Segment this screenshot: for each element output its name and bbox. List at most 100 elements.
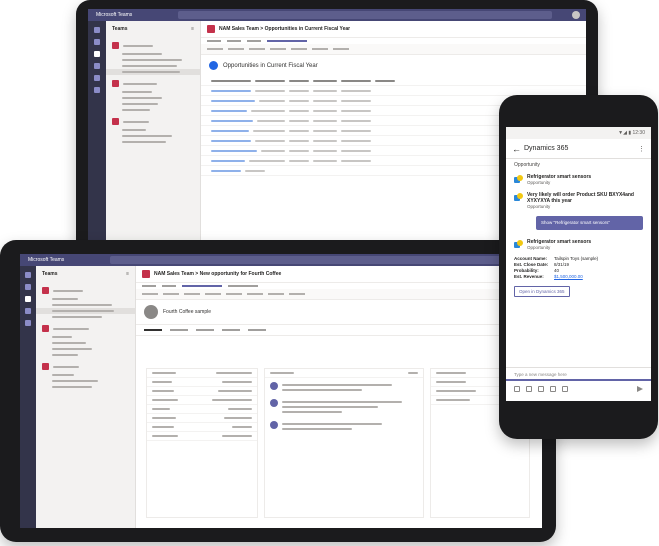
view-header: Opportunities in Current Fiscal Year [201, 55, 586, 76]
opportunity-card[interactable]: Refrigerator smart sensors Opportunity [514, 174, 643, 186]
form-field[interactable] [147, 432, 257, 441]
form-tab[interactable] [170, 329, 188, 331]
team-item[interactable] [36, 361, 135, 390]
command-button[interactable] [249, 48, 265, 50]
command-button[interactable] [312, 48, 328, 50]
search-input[interactable] [110, 256, 508, 264]
list-item[interactable] [265, 378, 423, 395]
team-avatar [112, 118, 119, 125]
command-button[interactable] [142, 293, 158, 295]
filter-icon[interactable]: ≡ [126, 271, 129, 277]
chat-icon[interactable] [25, 284, 31, 290]
form-field[interactable] [147, 387, 257, 396]
form-tab[interactable] [222, 329, 240, 331]
message-compose-input[interactable]: Type a new message here [506, 367, 651, 381]
card-title: Very likely will order Product SKU BXYX4… [527, 192, 634, 204]
files-icon[interactable] [94, 87, 100, 93]
status-time: ▼◢ ▮ 12:30 [618, 130, 645, 136]
form-field[interactable] [147, 378, 257, 387]
tab-dynamics[interactable] [267, 40, 307, 42]
tab-files[interactable] [227, 40, 241, 42]
command-button[interactable] [247, 293, 263, 295]
team-avatar [42, 287, 49, 294]
avatar [270, 382, 278, 390]
team-avatar [112, 80, 119, 87]
command-bar [136, 289, 542, 300]
team-item[interactable] [106, 40, 200, 75]
tablet-titlebar: Microsoft Teams [20, 254, 542, 266]
calls-icon[interactable] [25, 320, 31, 326]
team-item[interactable] [106, 116, 200, 145]
view-title[interactable]: Opportunities in Current Fiscal Year [223, 63, 318, 69]
command-button[interactable] [163, 293, 179, 295]
open-in-dynamics-button[interactable]: Open in Dynamics 365 [514, 286, 570, 297]
gif-icon[interactable] [550, 386, 556, 392]
channel-header: NAM Sales Team > New opportunity for Fou… [136, 266, 542, 283]
team-icon [142, 270, 150, 278]
avatar[interactable] [572, 11, 580, 19]
list-item[interactable] [265, 395, 423, 417]
format-icon[interactable] [514, 386, 520, 392]
filter-icon[interactable]: ≡ [191, 26, 194, 32]
command-button[interactable] [228, 48, 244, 50]
result-card[interactable]: Refrigerator smart sensors Opportunity [514, 239, 643, 251]
tab-dynamics[interactable] [182, 285, 222, 287]
more-icon[interactable]: ⋮ [638, 145, 645, 153]
channel-title: NAM Sales Team > New opportunity for Fou… [154, 271, 282, 277]
team-item[interactable] [106, 78, 200, 113]
tablet-screen: Microsoft Teams Teams ≡ NAM Sales Team >… [20, 254, 542, 528]
activity-icon[interactable] [94, 27, 100, 33]
teams-icon[interactable] [25, 296, 31, 302]
form-tabs [136, 325, 542, 336]
app-rail [88, 21, 106, 241]
form-field[interactable] [147, 369, 257, 378]
form-field[interactable] [147, 414, 257, 423]
attach-icon[interactable] [526, 386, 532, 392]
team-avatar [42, 325, 49, 332]
tab-posts[interactable] [142, 285, 156, 287]
command-button[interactable] [291, 48, 307, 50]
tab-posts[interactable] [207, 40, 221, 42]
command-button[interactable] [205, 293, 221, 295]
compose-toolbar [506, 383, 651, 395]
form-field[interactable] [147, 423, 257, 432]
chat-icon[interactable] [94, 39, 100, 45]
command-button[interactable] [270, 48, 286, 50]
list-item[interactable] [265, 417, 423, 434]
send-icon[interactable] [637, 386, 643, 392]
search-input[interactable] [178, 11, 552, 19]
calendar-icon[interactable] [94, 63, 100, 69]
sticker-icon[interactable] [562, 386, 568, 392]
form-tab[interactable] [196, 329, 214, 331]
opportunity-icon [514, 175, 523, 184]
timeline-header [265, 369, 423, 378]
command-button[interactable] [333, 48, 349, 50]
revenue-link[interactable]: $1,500,000.00 [554, 274, 583, 280]
form-tab-summary[interactable] [144, 329, 162, 331]
calls-icon[interactable] [94, 75, 100, 81]
command-button[interactable] [207, 48, 223, 50]
back-arrow-icon[interactable]: ← [512, 144, 524, 154]
calendar-icon[interactable] [25, 308, 31, 314]
command-button[interactable] [268, 293, 284, 295]
team-item[interactable] [36, 323, 135, 358]
opportunity-label: Opportunity [514, 162, 540, 168]
form-field[interactable] [147, 396, 257, 405]
tab-wiki[interactable] [247, 40, 261, 42]
form-field[interactable] [147, 405, 257, 414]
tab-opportunities[interactable] [228, 285, 258, 287]
opportunity-details: Account Name: Tailspin Toys (sample) Est… [514, 256, 643, 280]
tab-files[interactable] [162, 285, 176, 287]
record-header: Fourth Coffee sample [136, 300, 542, 325]
page-title: Dynamics 365 [524, 145, 569, 152]
form-tab[interactable] [248, 329, 266, 331]
panel-title: Teams ≡ [42, 271, 129, 277]
opportunity-card[interactable]: Very likely will order Product SKU BXYX4… [514, 192, 643, 210]
activity-icon[interactable] [25, 272, 31, 278]
command-button[interactable] [226, 293, 242, 295]
emoji-icon[interactable] [538, 386, 544, 392]
teams-icon[interactable] [94, 51, 100, 57]
command-button[interactable] [289, 293, 305, 295]
command-button[interactable] [184, 293, 200, 295]
team-item[interactable] [36, 285, 135, 320]
